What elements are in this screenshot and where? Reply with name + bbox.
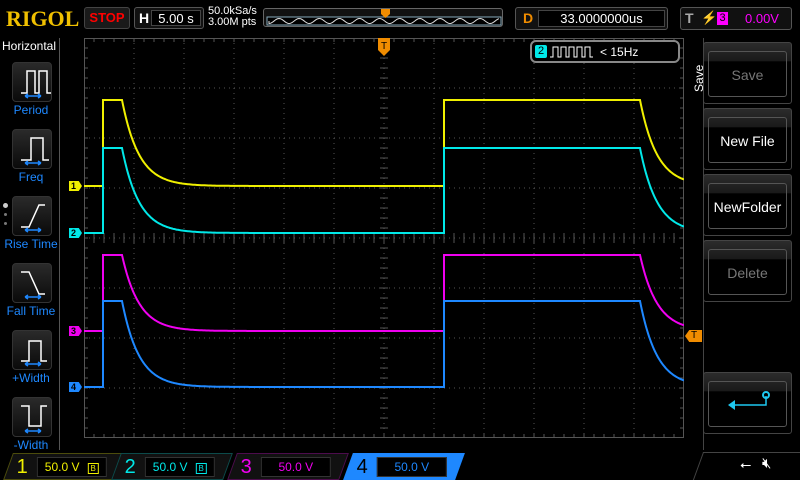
square-wave-icon — [550, 46, 593, 58]
menu-new-file-button[interactable]: New File — [703, 108, 792, 170]
trigger-level: 0.00V — [745, 11, 779, 26]
timebase-value: 5.00 s — [151, 10, 201, 26]
waveform-display — [84, 38, 684, 438]
channel-number: 3 — [240, 456, 252, 478]
timebase-box[interactable]: H 5.00 s — [134, 7, 204, 29]
channel-scale-value: 50.0 V — [394, 460, 430, 474]
svg-text:T: T — [381, 41, 387, 52]
positive-width-icon — [21, 340, 47, 367]
channel-number: 2 — [124, 456, 136, 478]
frequency-button[interactable] — [12, 129, 52, 169]
rising-edge-icon: ⚡ — [701, 10, 718, 25]
channel-2-trace — [84, 147, 684, 234]
timebase-label: H — [139, 10, 150, 26]
channel-3-offset-marker[interactable]: 3 — [69, 326, 82, 336]
channel-4-offset-marker[interactable]: 4 — [69, 382, 82, 392]
horizontal-delay-box[interactable]: D 33.0000000us — [515, 7, 668, 30]
channel-1-button[interactable]: 1 50.0 V B — [3, 453, 125, 480]
rise-time-button[interactable] — [12, 196, 52, 236]
measure-label: Freq — [18, 170, 44, 184]
fall-time-icon — [21, 271, 45, 300]
channel-number: 4 — [356, 456, 368, 478]
measure-label: Period — [13, 103, 49, 117]
channel-scale: 50.0 V — [260, 457, 331, 477]
trigger-source: 3 — [717, 12, 728, 25]
channel-scale-value: 50.0 V — [152, 460, 188, 474]
channel-2-offset-marker[interactable]: 2 — [69, 228, 82, 238]
trigger-box[interactable]: T ⚡ 3 0.00V — [680, 7, 792, 30]
positive-width-button[interactable] — [12, 330, 52, 370]
channel-2-button[interactable]: 2 50.0 V B — [111, 453, 233, 480]
channel-scale: 50.0 V B — [144, 457, 215, 477]
period-icon — [21, 70, 51, 99]
measurement-channel: 2 — [535, 45, 547, 58]
menu-delete-button[interactable]: Delete — [703, 240, 792, 302]
period-button[interactable] — [12, 62, 52, 102]
negative-width-icon — [21, 405, 47, 434]
channel-scale-value: 50.0 V — [44, 460, 80, 474]
negative-width-button[interactable] — [12, 397, 52, 437]
channel-scale-value: 50.0 V — [278, 460, 314, 474]
delay-label: D — [523, 10, 534, 26]
delay-value: 33.0000000us — [538, 10, 665, 27]
usb-icon: ⭠ — [740, 456, 752, 472]
acquisition-info: 50.0kSa/s 3.00M pts — [208, 6, 257, 28]
channel-4-button[interactable]: 4 50.0 V — [343, 453, 465, 480]
run-stop-button[interactable]: STOP — [84, 7, 130, 29]
page-indicator-dot — [4, 213, 7, 216]
rise-time-icon — [21, 204, 45, 233]
bandwidth-limit-icon: B — [87, 463, 99, 474]
trigger-label: T — [685, 10, 694, 26]
measure-label: Rise Time — [4, 237, 58, 251]
measure-label: +Width — [12, 371, 50, 385]
frequency-icon — [21, 137, 49, 166]
menu-button-label: Delete — [708, 249, 787, 295]
measure-label: Fall Time — [6, 304, 56, 318]
channel-scale: 50.0 V — [376, 457, 447, 477]
left-menu-title: Horizontal — [2, 39, 57, 53]
channel-1-offset-marker[interactable]: 1 — [69, 181, 82, 191]
page-indicator-dot-active — [3, 203, 8, 208]
measure-label: -Width — [13, 438, 49, 452]
trigger-level-marker[interactable]: T — [685, 330, 702, 342]
measurement-result: 2 < 15Hz — [530, 40, 680, 63]
trigger-position-marker[interactable]: T — [378, 38, 390, 56]
memory-waveform-icon — [266, 9, 502, 26]
measurement-value: < 15Hz — [600, 45, 639, 59]
rigol-logo: RIGOL — [6, 6, 80, 31]
menu-button-label: Save — [708, 51, 787, 97]
memory-overview — [263, 8, 503, 27]
back-button[interactable] — [703, 372, 792, 434]
channel-number: 1 — [16, 456, 28, 478]
waveform-grid[interactable] — [84, 38, 684, 438]
channel-3-button[interactable]: 3 50.0 V — [227, 453, 349, 480]
menu-save-button[interactable]: Save — [703, 42, 792, 104]
menu-button-label: NewFolder — [708, 183, 787, 229]
page-indicator-dot — [4, 222, 7, 225]
fall-time-button[interactable] — [12, 263, 52, 303]
menu-newfolder-button[interactable]: NewFolder — [703, 174, 792, 236]
memory-depth: 3.00M pts — [208, 16, 257, 28]
sound-muted-icon: 🔇︎ — [762, 455, 772, 472]
channel-scale: 50.0 V B — [36, 457, 107, 477]
bandwidth-limit-icon: B — [195, 463, 207, 474]
return-icon — [728, 391, 770, 410]
menu-button-label: New File — [708, 117, 787, 163]
